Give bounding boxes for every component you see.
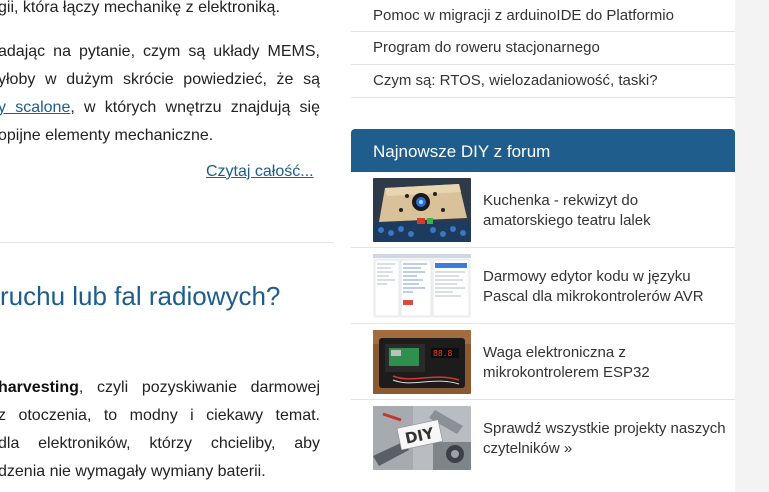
sidebar-link-rower[interactable]: Program do roweru stacjonarnego [351, 32, 735, 65]
diy-item-pascal-editor[interactable]: Darmowy edytor kodu w języku Pascal dla … [351, 248, 735, 324]
article-paragraph: gii, która łączy mechanikę z elektroniką… [0, 0, 320, 22]
article-column: gii, która łączy mechanikę z elektroniką… [0, 0, 334, 492]
read-more-link[interactable]: Czytaj całość... [206, 163, 314, 181]
article-text-line: dla elektroników, którzy chcieliby, aby [0, 435, 320, 452]
diy-item-title[interactable]: Darmowy edytor kodu w języku Pascal dla … [483, 267, 728, 307]
diy-item-all-projects[interactable]: DIY Sprawdź wszystkie projekty naszych c… [351, 400, 735, 476]
article-text-line: z otoczenia, to modny i ciekawy temat. [0, 407, 320, 424]
diy-thumbnail-tools[interactable]: DIY [373, 406, 471, 470]
diy-box-header: Najnowsze DIY z forum [351, 129, 735, 172]
article-text-line: opijne elementy mechaniczne. [0, 127, 214, 144]
article-divider [0, 242, 334, 243]
diy-item-waga-esp32[interactable]: 88.8 Waga elektroniczna z mikrokontroler… [351, 324, 735, 400]
sidebar-link-list: Pomoc w migracji z arduinoIDE do Platfor… [351, 0, 735, 98]
all-projects-link[interactable]: Sprawdź wszystkie projekty naszych czyte… [483, 419, 728, 459]
article-text-line: gii, która łączy mechanikę z elektroniką… [0, 0, 280, 16]
article-text-line: yłoby w dużym skrócie powiedzieć, że są [0, 71, 320, 88]
diy-thumbnail-editor[interactable] [373, 254, 471, 318]
article-paragraph: adając na pytanie, czym są układy MEMS, … [0, 38, 320, 150]
article-text-fragment: , czyli pozyskiwanie darmowej [78, 379, 320, 396]
svg-text:88.8: 88.8 [433, 349, 452, 358]
diy-item-kuchenka[interactable]: Kuchenka - rekwizyt do amatorskiego teat… [351, 172, 735, 248]
article-bold-term: harvesting [0, 379, 79, 396]
article-title[interactable]: ruchu lub fal radiowych? [0, 278, 280, 314]
page-background-strip [735, 0, 769, 492]
sidebar-link-platformio[interactable]: Pomoc w migracji z arduinoIDE do Platfor… [351, 0, 735, 32]
article-text-line: y scalone, w których wnętrzu znajdują si… [0, 94, 320, 122]
diy-item-title[interactable]: Waga elektroniczna z mikrokontrolerem ES… [483, 343, 728, 383]
article-paragraph: harvesting, czyli pozyskiwanie darmowej … [0, 374, 320, 486]
diy-thumbnail-scale[interactable]: 88.8 [373, 330, 471, 394]
article-text-line: dzenia nie wymagały wymiany baterii. [0, 463, 266, 480]
diy-thumbnail-stove[interactable] [373, 178, 471, 242]
article-text-fragment: , w których wnętrzu znajdują się [70, 99, 321, 116]
sidebar-link-rtos[interactable]: Czym są: RTOS, wielozadaniowość, taski? [351, 65, 735, 98]
article-text-line: harvesting, czyli pozyskiwanie darmowej [0, 374, 320, 402]
diy-item-title[interactable]: Kuchenka - rekwizyt do amatorskiego teat… [483, 191, 728, 231]
page: gii, która łączy mechanikę z elektroniką… [0, 0, 769, 492]
article-text-line: adając na pytanie, czym są układy MEMS, [0, 43, 320, 60]
diy-list: Kuchenka - rekwizyt do amatorskiego teat… [351, 172, 735, 476]
article-inline-link[interactable]: y scalone [0, 99, 70, 116]
